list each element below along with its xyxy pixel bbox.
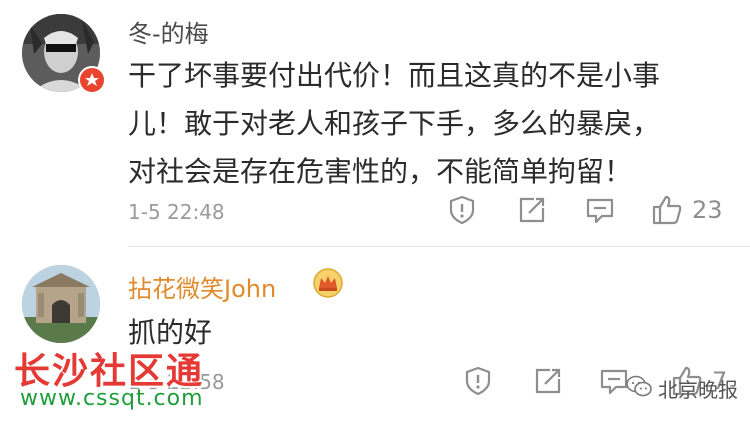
reply-icon [584,194,616,226]
share-icon [532,365,564,397]
like-count: 23 [692,196,723,224]
username[interactable]: 拈花微笑John [128,269,276,304]
reply-button[interactable] [584,190,616,230]
like-button[interactable]: 23 [650,190,723,230]
report-icon [446,194,478,226]
source-label: 北京晚报 [626,374,738,403]
report-icon [462,365,494,397]
report-button[interactable] [462,361,494,401]
watermark-url: www.cssqt.com [20,386,204,411]
username[interactable]: 冬-的梅 [128,14,209,49]
share-icon [516,194,548,226]
share-button[interactable] [532,361,564,401]
thumbs-up-icon [650,193,684,227]
comment-text-line: 对社会是存在危害性的，不能简单拘留！ [128,155,633,188]
verified-badge-icon [78,66,106,94]
comment-actions: 23 [0,190,750,230]
report-button[interactable] [446,190,478,230]
crown-icon [312,267,344,303]
source-name: 北京晚报 [658,378,738,402]
comment-text-line: 干了坏事要付出代价！而且这真的不是小事 [128,59,661,92]
share-button[interactable] [516,190,548,230]
comment-text-line: 儿！敢于对老人和孩子下手，多么的暴戾， [128,107,661,140]
wechat-icon [626,375,652,402]
avatar[interactable] [22,265,100,343]
comment-item: 冬-的梅 干了坏事要付出代价！而且这真的不是小事 儿！敢于对老人和孩子下手，多么… [0,0,750,246]
